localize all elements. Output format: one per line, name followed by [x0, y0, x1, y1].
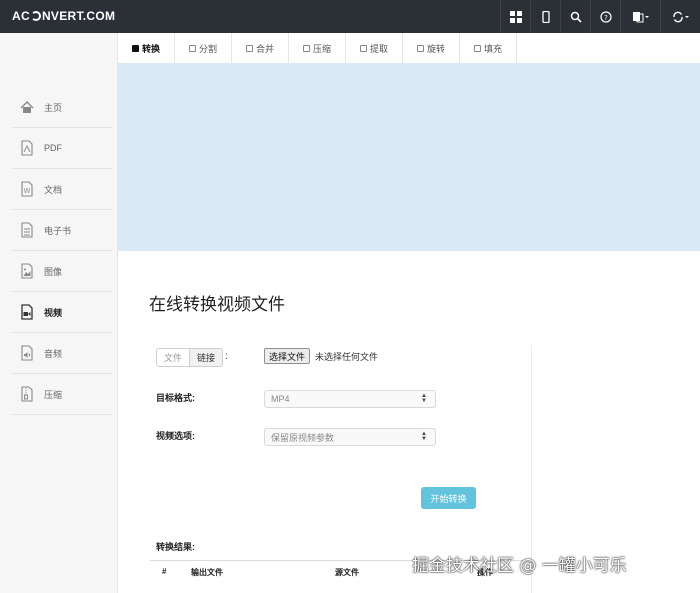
sidebar-item-label: 音频: [44, 348, 63, 359]
tab-label: 合并: [255, 43, 274, 54]
source-file-option[interactable]: 文件: [157, 349, 190, 366]
video-icon: [20, 304, 34, 320]
sidebar-item-label: 主页: [44, 102, 63, 113]
sidebar-item-label: 视频: [44, 307, 63, 318]
tab-split[interactable]: 分割: [175, 33, 232, 63]
choose-file-button[interactable]: 选择文件: [264, 348, 311, 364]
video-options-select[interactable]: 保留原视频参数 ▲ ▼: [264, 428, 436, 446]
audio-icon: [20, 345, 34, 361]
checkbox-icon: [245, 44, 253, 52]
search-icon[interactable]: [560, 0, 590, 33]
logo-ring-icon: [30, 11, 41, 21]
ebook-icon: [20, 222, 34, 238]
tab-compress[interactable]: 压缩: [289, 33, 346, 63]
tab-rotate[interactable]: 旋转: [403, 33, 460, 63]
tab-fill[interactable]: 填充: [460, 33, 517, 63]
help-icon[interactable]: ?: [590, 0, 620, 33]
sync-icon[interactable]: [660, 0, 700, 33]
tool-tabs: 转换 分割 合并 压缩 提取 旋转 填充: [118, 33, 517, 63]
checkbox-icon: [302, 44, 310, 52]
archive-icon: [20, 386, 34, 402]
checkbox-icon: [416, 44, 424, 52]
sidebar-item-ebook[interactable]: 电子书: [12, 210, 112, 251]
sidebar-item-label: 文档: [44, 184, 63, 195]
tab-convert[interactable]: 转换: [118, 33, 175, 63]
column-header-source: 源文件: [335, 568, 359, 577]
target-format-select[interactable]: MP4 ▲ ▼: [264, 390, 436, 408]
phone-icon[interactable]: [530, 0, 560, 33]
sidebar-item-image[interactable]: 图像: [12, 251, 112, 292]
sidebar-item-label: 压缩: [44, 389, 63, 400]
sidebar: 主页 PDF W 文档 电子书 图像 视频 音频 压缩: [0, 33, 118, 593]
tab-label: 压缩: [312, 43, 331, 54]
home-icon: [20, 99, 34, 115]
select-arrows-icon: ▲ ▼: [421, 431, 427, 442]
language-icon[interactable]: [620, 0, 660, 33]
checkbox-icon: [131, 44, 139, 52]
sidebar-item-video[interactable]: 视频: [12, 292, 112, 333]
logo-text-right: NVERT.COM: [41, 9, 116, 23]
results-label: 转换结果:: [156, 542, 195, 552]
start-convert-button[interactable]: 开始转换: [421, 487, 476, 509]
top-icon-bar: ?: [500, 0, 700, 33]
sidebar-item-label: 图像: [44, 266, 63, 277]
svg-text:?: ?: [604, 14, 608, 22]
tab-merge[interactable]: 合并: [232, 33, 289, 63]
source-link-option[interactable]: 链接: [189, 349, 223, 366]
source-colon: :: [225, 351, 228, 362]
pdf-icon: [20, 140, 34, 156]
logo-text-left: AC: [12, 9, 30, 23]
sidebar-item-archive[interactable]: 压缩: [12, 374, 112, 415]
ad-banner: [118, 63, 700, 251]
checkbox-icon: [188, 44, 196, 52]
target-format-value: MP4: [271, 394, 290, 404]
watermark-text: 掘金技术社区 @ 一罐小可乐: [412, 556, 627, 576]
video-options-label: 视频选项:: [156, 431, 195, 441]
checkbox-icon: [359, 44, 367, 52]
sidebar-item-audio[interactable]: 音频: [12, 333, 112, 374]
target-format-label: 目标格式:: [156, 393, 195, 403]
tab-label: 提取: [369, 43, 388, 54]
site-logo[interactable]: AC NVERT.COM: [12, 9, 115, 23]
tab-label: 填充: [483, 43, 502, 54]
video-options-value: 保留原视频参数: [271, 432, 335, 443]
grid-icon[interactable]: [500, 0, 530, 33]
top-navbar: AC NVERT.COM ?: [0, 0, 700, 33]
document-icon: W: [20, 181, 34, 197]
image-icon: [20, 263, 34, 279]
sidebar-item-document[interactable]: W 文档: [12, 169, 112, 210]
column-header-output: 输出文件: [191, 568, 223, 577]
sidebar-item-label: PDF: [44, 143, 62, 153]
page-title: 在线转换视频文件: [149, 295, 285, 314]
sidebar-item-label: 电子书: [44, 225, 72, 236]
svg-text:W: W: [24, 187, 31, 195]
source-toggle: 文件 链接: [156, 348, 224, 367]
sidebar-item-pdf[interactable]: PDF: [12, 128, 112, 169]
select-arrows-icon: ▲ ▼: [421, 393, 427, 404]
tab-label: 分割: [198, 43, 217, 54]
tab-label: 转换: [141, 43, 160, 54]
file-status-text: 未选择任何文件: [315, 352, 379, 362]
checkbox-icon: [473, 44, 481, 52]
sidebar-menu: 主页 PDF W 文档 电子书 图像 视频 音频 压缩: [12, 87, 112, 415]
tab-extract[interactable]: 提取: [346, 33, 403, 63]
sidebar-item-home[interactable]: 主页: [12, 87, 112, 128]
tab-label: 旋转: [426, 43, 445, 54]
column-header-index: #: [162, 567, 167, 576]
